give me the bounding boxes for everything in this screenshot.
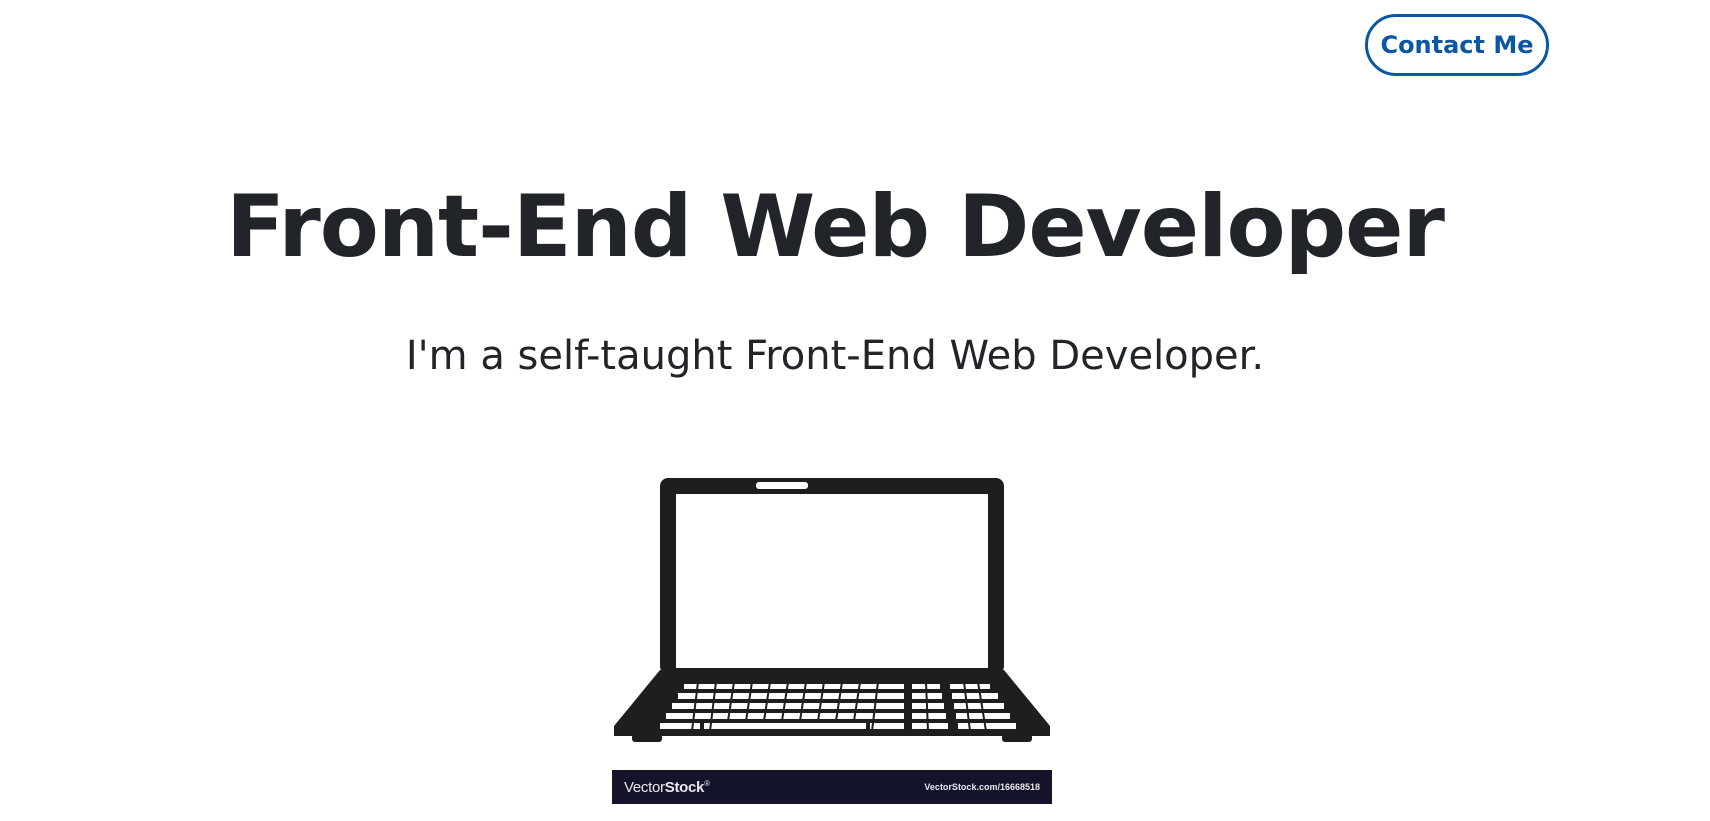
laptop-icon	[614, 478, 1050, 742]
hero-title: Front-End Web Developer	[226, 177, 1445, 277]
page: Contact Me Front-End Web Developer I'm a…	[0, 0, 1710, 821]
hero-subtitle: I'm a self-taught Front-End Web Develope…	[405, 333, 1265, 379]
watermark-bar: VectorStock® VectorStock.com/16668518	[612, 770, 1052, 804]
vectorstock-logo: VectorStock®	[624, 778, 710, 796]
watermark-url: VectorStock.com/16668518	[924, 782, 1040, 792]
laptop-image: VectorStock® VectorStock.com/16668518	[612, 474, 1052, 804]
contact-me-button[interactable]: Contact Me	[1365, 14, 1549, 76]
